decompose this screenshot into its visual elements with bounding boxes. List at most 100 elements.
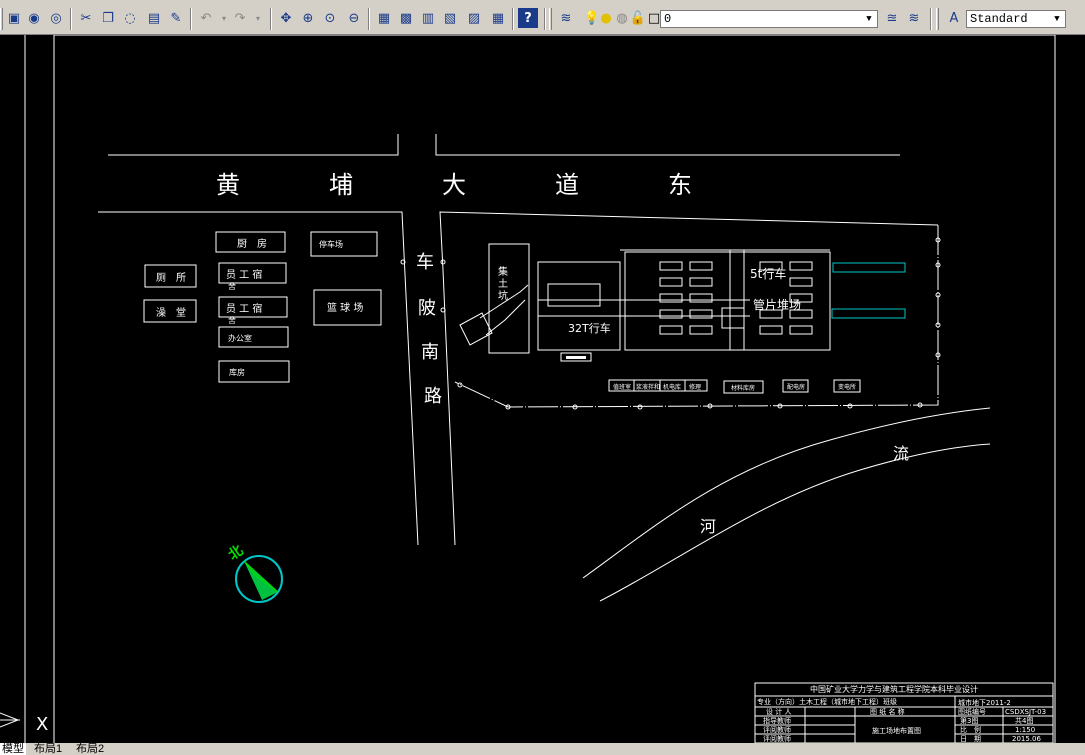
make-layer-current-icon[interactable]: ≊: [882, 8, 902, 28]
paste-icon[interactable]: ▤: [144, 8, 164, 28]
design-center-icon[interactable]: ▩: [396, 8, 416, 28]
road-edge: [98, 211, 419, 546]
toolbar-separator: [270, 8, 272, 30]
undo-icon[interactable]: ↶: [196, 8, 216, 28]
zoom-previous-icon[interactable]: ⊖: [344, 8, 364, 28]
toolbar-separator: [512, 8, 514, 30]
calculator-icon[interactable]: ▦: [488, 8, 508, 28]
tb-scale: 1:150: [1015, 726, 1035, 734]
toolbar-grip[interactable]: [0, 8, 3, 30]
toolbar-grip[interactable]: [549, 8, 552, 30]
facility-label: 变电所: [838, 383, 856, 391]
road-name-char: 黄: [216, 171, 240, 199]
small-block-fill: [566, 356, 586, 359]
tb-examiner: 评阅教师: [763, 734, 791, 743]
redo-dropdown-icon[interactable]: ▾: [248, 8, 268, 28]
print-preview-icon[interactable]: ▣: [4, 8, 24, 28]
side-road-char: 路: [424, 386, 442, 407]
ucs-x-label: X: [36, 714, 48, 735]
tab-model[interactable]: 模型: [0, 743, 26, 755]
segment: [659, 277, 683, 287]
segment: [789, 261, 813, 271]
side-road-char: 车: [416, 252, 434, 273]
tab-layout1[interactable]: 布局1: [32, 743, 64, 755]
text-style-icon[interactable]: A: [944, 8, 964, 28]
segment: [689, 261, 713, 271]
help-icon[interactable]: ?: [518, 8, 538, 28]
segment: [659, 293, 683, 303]
sheet-set-icon[interactable]: ▧: [440, 8, 460, 28]
toolbar-separator: [544, 8, 546, 30]
toolbar-separator: [368, 8, 370, 30]
facility-label: 材料库房: [731, 384, 755, 392]
building-label: 澡 堂: [156, 307, 186, 319]
crane-5t-label: 5t行车: [750, 266, 786, 281]
toolbar-grip[interactable]: [936, 8, 939, 30]
road-edge: [435, 134, 900, 156]
zoom-realtime-icon[interactable]: ⊕: [298, 8, 318, 28]
cad-drawing: 黄 埔 大 道 东 车 陂 南 路 厨 房 停车场 厕 所 员 工 宿 舍 澡 …: [0, 34, 1056, 744]
copy-icon[interactable]: ❐: [98, 8, 118, 28]
layer-combo[interactable]: 0 ▼: [660, 10, 878, 28]
tb-total-sheets: 共4图: [1015, 716, 1033, 725]
fence-post: [637, 404, 643, 410]
web-icon[interactable]: ◎: [46, 8, 66, 28]
pit-label-char: 坑: [498, 289, 508, 302]
toolbar-row: ▣ ◉ ◎ ✂ ❐ ◌ ▤ ✎ ↶ ▾ ↷ ▾ ✥ ⊕ ⊙ ⊖ ▦ ▩ ▥ ▧ …: [0, 6, 1085, 32]
segment: [659, 261, 683, 271]
tb-school: 中国矿业大学力学与建筑工程学院本科毕业设计: [810, 684, 978, 694]
segment: [759, 325, 783, 335]
excavator-body: [459, 312, 493, 346]
segment: [689, 277, 713, 287]
segment: [689, 293, 713, 303]
chevron-down-icon[interactable]: ▼: [862, 12, 876, 26]
building-label: 篮 球 场: [327, 301, 363, 314]
building-label: 厕 所: [156, 272, 186, 284]
match-properties-icon[interactable]: ◌: [120, 8, 140, 28]
segment: [689, 309, 713, 319]
segment: [789, 277, 813, 287]
menu-strip: [0, 0, 1085, 4]
markup-icon[interactable]: ▨: [464, 8, 484, 28]
properties-icon[interactable]: ▦: [374, 8, 394, 28]
publish-icon[interactable]: ◉: [24, 8, 44, 28]
text-style-combo[interactable]: Standard ▼: [966, 10, 1066, 28]
segment-yard-label: 管片堆场: [753, 297, 801, 312]
text-style-value: Standard: [970, 12, 1028, 26]
river-bank: [599, 443, 991, 602]
hoist-box: [721, 307, 745, 329]
building-label: 员 工 宿: [226, 302, 262, 315]
tb-date-label: 日 期: [960, 735, 981, 743]
tb-designer: 设 计 人: [766, 707, 791, 716]
redo-icon[interactable]: ↷: [230, 8, 250, 28]
zoom-window-icon[interactable]: ⊙: [320, 8, 340, 28]
tb-scale-label: 比 例: [960, 725, 981, 734]
building-label: 员 工 宿: [226, 268, 262, 281]
tool-palettes-icon[interactable]: ▥: [418, 8, 438, 28]
road-name-char: 大: [442, 171, 466, 199]
pan-icon[interactable]: ✥: [276, 8, 296, 28]
brush-icon[interactable]: ✎: [166, 8, 186, 28]
tb-major: 专业（方向）土木工程（城市地下工程）班级: [757, 697, 897, 706]
river-char: 流: [893, 444, 909, 463]
tb-reviewer: 评阅教师: [763, 725, 791, 734]
toolbar-separator: [930, 8, 932, 30]
tb-drawing-name-label: 图 纸 名 称: [870, 707, 905, 716]
road-name-char: 东: [668, 171, 692, 199]
layer-previous-icon[interactable]: ≋: [904, 8, 924, 28]
standard-toolbar: ▣ ◉ ◎ ✂ ❐ ◌ ▤ ✎ ↶ ▾ ↷ ▾ ✥ ⊕ ⊙ ⊖ ▦ ▩ ▥ ▧ …: [0, 0, 1085, 35]
chevron-down-icon[interactable]: ▼: [1050, 12, 1064, 26]
facility-label: 值班室: [613, 383, 631, 391]
tab-layout2[interactable]: 布局2: [74, 743, 106, 755]
building-label: 舍: [228, 281, 236, 291]
tb-drawing-no-label: 图纸编号: [958, 707, 986, 716]
crane-32t-trolley: [547, 283, 601, 307]
cut-icon[interactable]: ✂: [76, 8, 96, 28]
tb-class: 城市地下2011-2: [958, 698, 1011, 707]
segment: [789, 325, 813, 335]
water-tank: [831, 308, 906, 319]
drawing-canvas[interactable]: 黄 埔 大 道 东 车 陂 南 路 厨 房 停车场 厕 所 员 工 宿 舍 澡 …: [0, 34, 1085, 744]
shaft-outline: [488, 243, 530, 354]
layer-manager-icon[interactable]: ≋: [556, 8, 576, 28]
building-label: 停车场: [319, 239, 343, 249]
